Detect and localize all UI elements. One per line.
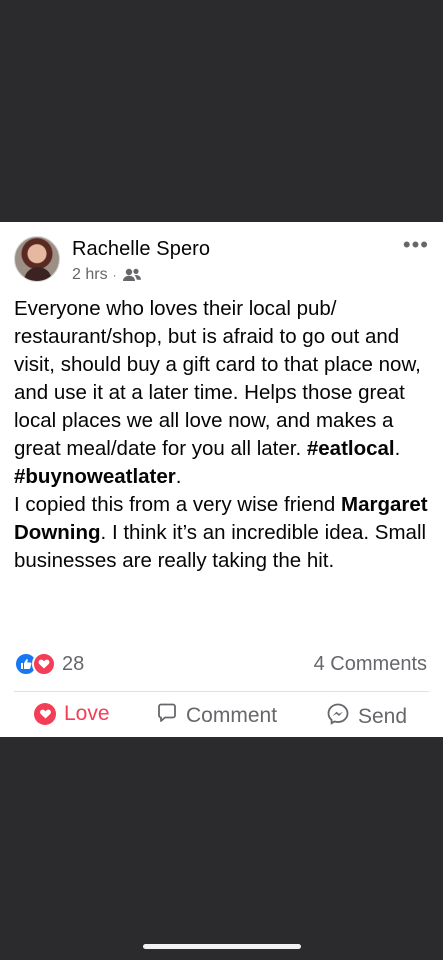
divider bbox=[14, 691, 429, 692]
messenger-icon bbox=[326, 702, 350, 732]
post-text-part-2: I copied this from a very wise friend bbox=[14, 493, 341, 516]
hashtag-buynoweatlater[interactable]: #buynoweatlater bbox=[14, 465, 176, 488]
heart-icon bbox=[34, 703, 56, 725]
hashtag-eatlocal[interactable]: #eatlocal bbox=[307, 437, 395, 460]
top-dark-area bbox=[0, 0, 443, 222]
comments-count[interactable]: 4 Comments bbox=[314, 653, 427, 676]
comment-icon bbox=[156, 702, 178, 730]
bottom-dark-area bbox=[0, 737, 443, 960]
meta-separator: · bbox=[112, 268, 117, 282]
post-time[interactable]: 2 hrs bbox=[72, 266, 108, 284]
friends-icon bbox=[122, 267, 142, 283]
action-bar: Love Comment Send bbox=[0, 702, 443, 732]
punctuation: . bbox=[394, 437, 401, 460]
reaction-count: 28 bbox=[62, 652, 85, 675]
home-indicator[interactable] bbox=[143, 944, 301, 949]
love-button[interactable]: Love bbox=[34, 702, 110, 726]
punctuation: . bbox=[175, 465, 182, 488]
avatar[interactable] bbox=[14, 236, 60, 282]
send-button-label: Send bbox=[358, 705, 408, 728]
comment-button-label: Comment bbox=[186, 704, 278, 727]
post-body: Everyone who loves their local pub/ rest… bbox=[14, 295, 432, 575]
more-options-icon[interactable]: ••• bbox=[403, 234, 429, 256]
send-button[interactable]: Send bbox=[326, 702, 407, 732]
reactions-summary[interactable]: 28 bbox=[14, 652, 84, 676]
love-reaction-icon bbox=[32, 652, 56, 676]
love-button-label: Love bbox=[64, 702, 110, 725]
post-card: Rachelle Spero 2 hrs · ••• Everyone who … bbox=[0, 222, 443, 737]
post-text-part-1: Everyone who loves their local pub/ rest… bbox=[14, 297, 421, 460]
post-meta: 2 hrs · bbox=[72, 266, 142, 284]
comment-button[interactable]: Comment bbox=[156, 702, 277, 730]
author-name[interactable]: Rachelle Spero bbox=[72, 238, 210, 261]
